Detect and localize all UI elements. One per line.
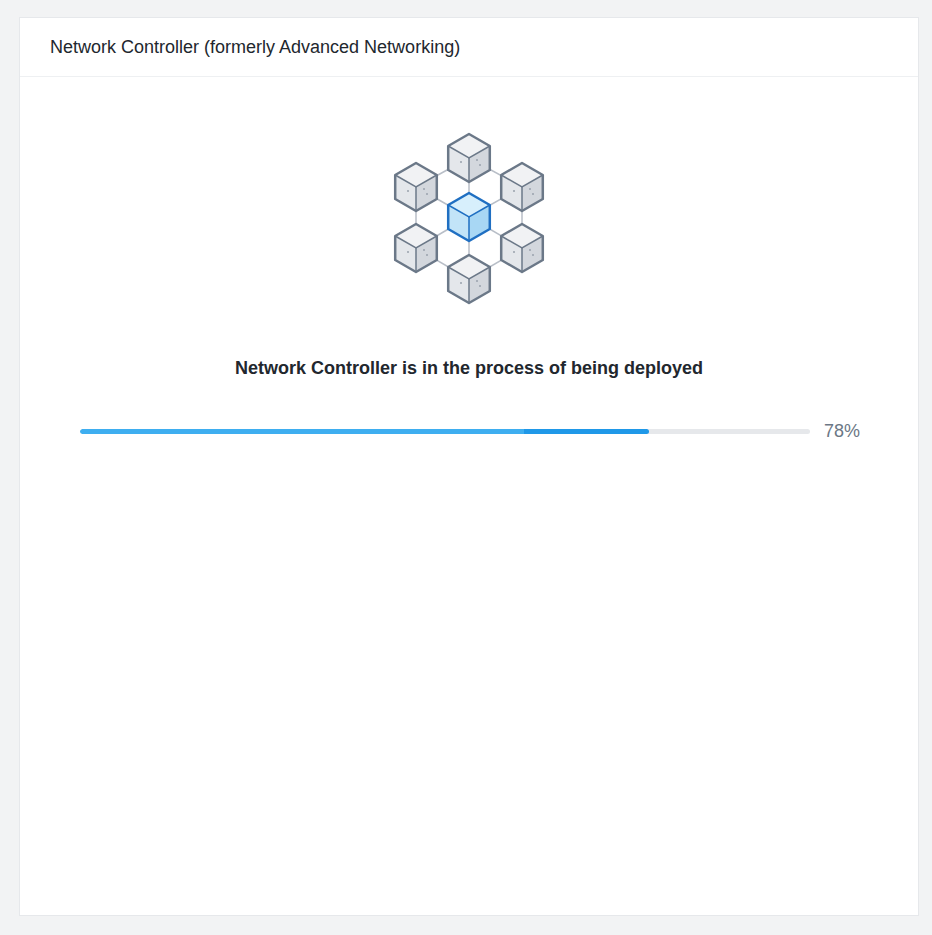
- status-message: Network Controller is in the process of …: [20, 357, 918, 380]
- progress-row: 78%: [20, 418, 918, 445]
- progress-fill: [80, 429, 649, 434]
- progress-percent: 78%: [824, 418, 860, 445]
- network-cubes-icon: [389, 129, 549, 309]
- panel-title: Network Controller (formerly Advanced Ne…: [20, 18, 918, 77]
- network-controller-panel: Network Controller (formerly Advanced Ne…: [19, 17, 919, 916]
- progress-track: [80, 429, 810, 434]
